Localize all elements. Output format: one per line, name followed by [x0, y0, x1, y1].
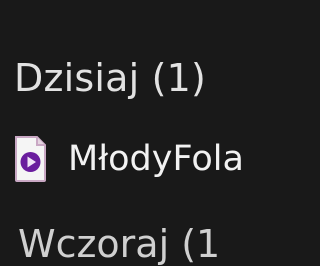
file-name: MłodyFola [68, 139, 244, 179]
video-file-icon [15, 136, 46, 182]
file-item[interactable]: MłodyFola [10, 128, 244, 190]
group-header-yesterday[interactable]: Wczoraj (1 [18, 222, 220, 266]
group-header-today[interactable]: Dzisiaj (1) [14, 50, 206, 106]
